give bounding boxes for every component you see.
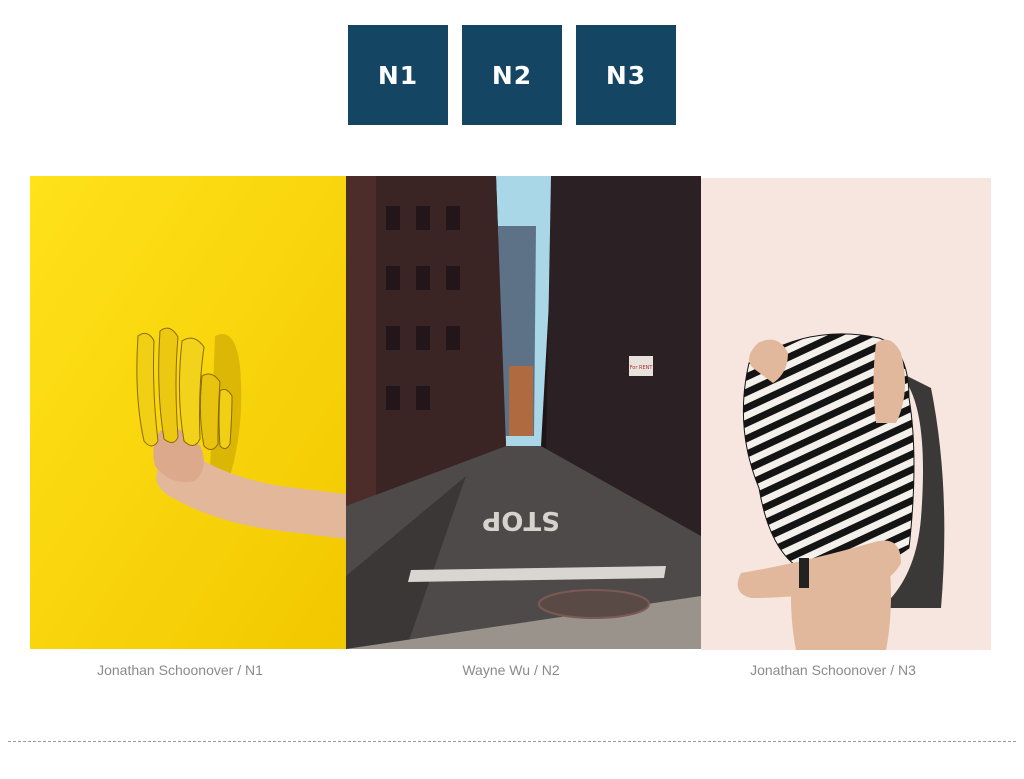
photo-caption-n1: Jonathan Schoonover / N1 — [97, 662, 263, 678]
bananas-image — [30, 176, 346, 649]
nav-button-n3[interactable]: N3 — [576, 25, 676, 125]
nav-button-n2[interactable]: N2 — [462, 25, 562, 125]
striped-shirt-image — [701, 178, 991, 650]
photo-caption-n2: Wayne Wu / N2 — [462, 662, 560, 678]
alley-image: For RENT STOP — [346, 176, 701, 649]
for-rent-sign: For RENT — [630, 365, 654, 371]
stop-road-text: STOP — [482, 505, 560, 535]
photo-caption-n3: Jonathan Schoonover / N3 — [750, 662, 916, 678]
photo-striped-shirt[interactable] — [701, 178, 991, 650]
dashed-divider — [8, 741, 1016, 742]
numbered-nav: N1 N2 N3 — [348, 25, 676, 125]
photo-alley[interactable]: For RENT STOP — [346, 176, 701, 649]
nav-button-n1[interactable]: N1 — [348, 25, 448, 125]
photo-bananas[interactable] — [30, 176, 346, 649]
